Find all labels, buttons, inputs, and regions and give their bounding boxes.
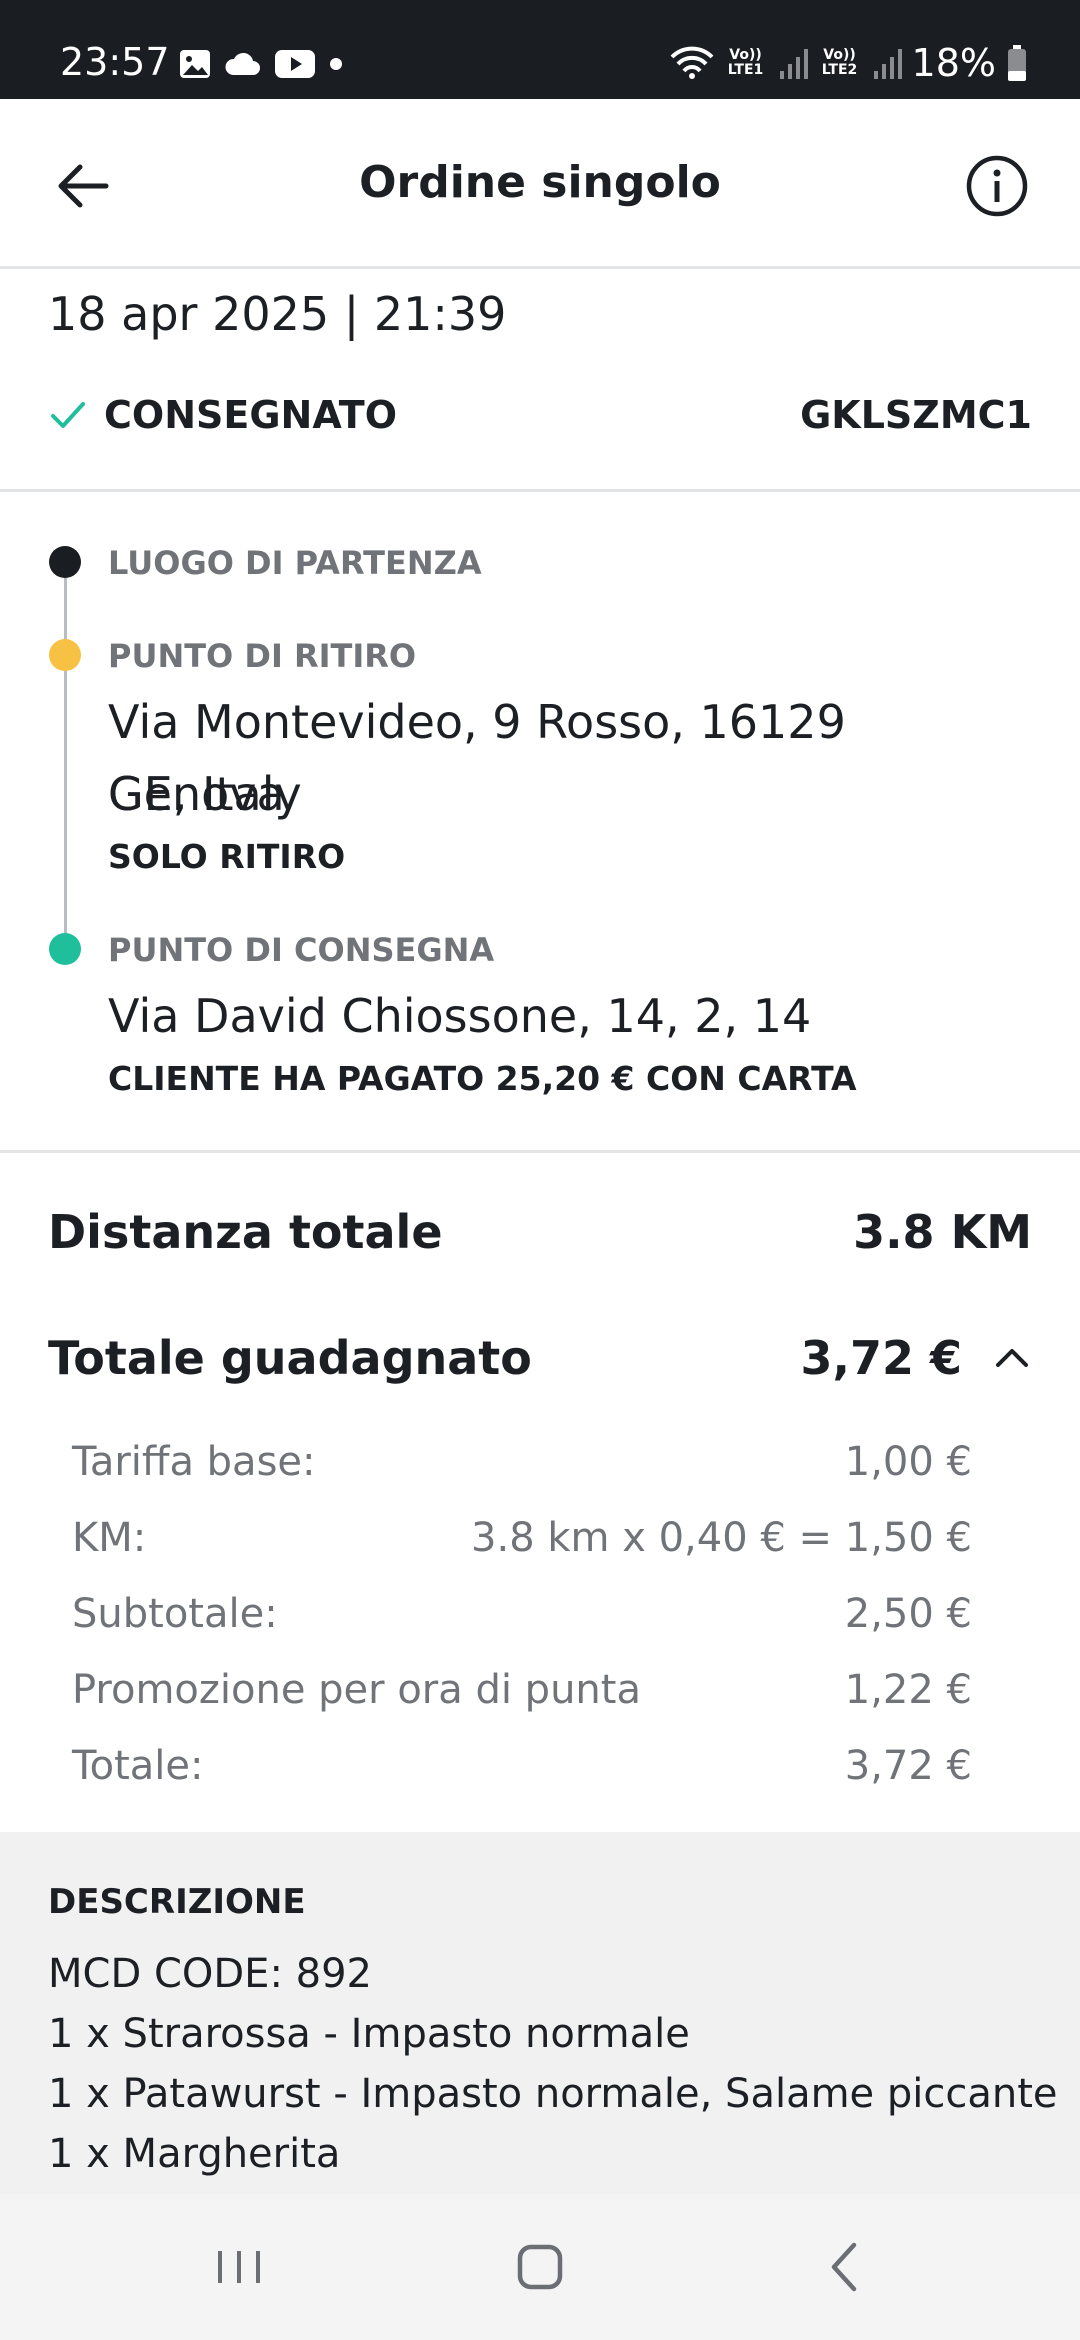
pickup-note: SOLO RITIRO — [108, 837, 346, 876]
earnings-label: Totale guadagnato — [48, 1331, 532, 1385]
battery-percent: 18% — [911, 41, 996, 85]
lte2-label: Vo)) LTE2 — [821, 47, 858, 78]
breakdown-value: 3.8 km x 0,40 € = 1,50 € — [471, 1515, 972, 1561]
system-nav-bar — [0, 2194, 1080, 2340]
description-heading: DESCRIZIONE — [48, 1882, 306, 1922]
cloud-icon — [225, 52, 260, 75]
breakdown-label: Totale: — [72, 1743, 204, 1789]
start-dot — [49, 546, 81, 578]
breakdown-label: KM: — [72, 1515, 147, 1561]
dropoff-address: Via David Chiossone, 14, 2, 14 — [108, 989, 812, 1043]
description-panel: DESCRIZIONE MCD CODE: 892 1 x Strarossa … — [0, 1832, 1080, 2194]
breakdown-value: 2,50 € — [844, 1591, 972, 1637]
breakdown-row: Tariffa base: 1,00 € — [72, 1424, 972, 1500]
distance-label: Distanza totale — [48, 1205, 443, 1259]
home-icon[interactable] — [505, 2232, 575, 2302]
route-line — [64, 562, 67, 948]
page-title: Ordine singolo — [359, 157, 721, 208]
description-line: 1 x Patawurst - Impasto normale, Salame … — [48, 2071, 1058, 2117]
description-line: 1 x Margherita — [48, 2131, 341, 2177]
pickup-address-line2: GE, Italy — [108, 767, 302, 821]
signal-icon — [779, 49, 808, 79]
distance-value: 3.8 KM — [853, 1205, 1032, 1259]
divider — [0, 1150, 1080, 1153]
system-icons: Vo)) LTE1 Vo)) LTE2 18% — [670, 38, 1028, 88]
breakdown-row: Promozione per ora di punta 1,22 € — [72, 1652, 972, 1728]
breakdown-row: Subtotale: 2,50 € — [72, 1576, 972, 1652]
dropoff-note: CLIENTE HA PAGATO 25,20 € CON CARTA — [108, 1059, 857, 1098]
status-label: CONSEGNATO — [104, 393, 397, 437]
breakdown-label: Promozione per ora di punta — [72, 1667, 641, 1713]
earnings-breakdown: Tariffa base: 1,00 € KM: 3.8 km x 0,40 €… — [72, 1424, 972, 1804]
recent-apps-icon[interactable] — [204, 2232, 274, 2302]
pickup-dot — [49, 639, 81, 671]
signal-icon — [873, 49, 902, 79]
breakdown-label: Tariffa base: — [72, 1439, 316, 1485]
youtube-icon — [275, 50, 315, 78]
earnings-value: 3,72 € — [800, 1331, 962, 1385]
battery-icon — [1008, 45, 1026, 81]
app-bar: Ordine singolo — [0, 99, 1080, 269]
status-bar: 23:57 Vo)) LTE1 Vo)) LTE2 18% — [0, 0, 1080, 99]
dot-icon — [330, 58, 342, 70]
lte1-label: Vo)) LTE1 — [727, 47, 764, 78]
breakdown-value: 1,00 € — [844, 1439, 972, 1485]
earnings-row[interactable]: Totale guadagnato 3,72 € — [48, 1326, 1032, 1390]
image-icon — [180, 50, 210, 78]
notification-icons — [178, 44, 344, 84]
status-time: 23:57 — [60, 40, 170, 84]
breakdown-value: 3,72 € — [844, 1743, 972, 1789]
description-line: MCD CODE: 892 — [48, 1951, 372, 1997]
order-status: CONSEGNATO — [48, 393, 397, 437]
chevron-up-icon[interactable] — [992, 1338, 1032, 1378]
check-icon — [51, 402, 85, 428]
dropoff-dot — [49, 933, 81, 965]
breakdown-row: Totale: 3,72 € — [72, 1728, 972, 1804]
description-line: 1 x Strarossa - Impasto normale — [48, 2011, 690, 2057]
distance-row: Distanza totale 3.8 KM — [48, 1200, 1032, 1264]
order-code: GKLSZMC1 — [800, 393, 1032, 437]
description-lines: MCD CODE: 892 1 x Strarossa - Impasto no… — [48, 1944, 1058, 2184]
order-status-row: CONSEGNATO GKLSZMC1 — [48, 388, 1032, 442]
dropoff-label: PUNTO DI CONSEGNA — [108, 931, 495, 969]
nav-back-icon[interactable] — [810, 2232, 880, 2302]
breakdown-label: Subtotale: — [72, 1591, 278, 1637]
breakdown-row: KM: 3.8 km x 0,40 € = 1,50 € — [72, 1500, 972, 1576]
pickup-label: PUNTO DI RITIRO — [108, 637, 417, 675]
wifi-icon — [670, 46, 713, 79]
start-label: LUOGO DI PARTENZA — [108, 544, 482, 582]
order-datetime: 18 apr 2025 | 21:39 — [48, 287, 507, 341]
breakdown-value: 1,22 € — [844, 1667, 972, 1713]
info-icon[interactable] — [962, 151, 1032, 221]
divider — [0, 489, 1080, 492]
